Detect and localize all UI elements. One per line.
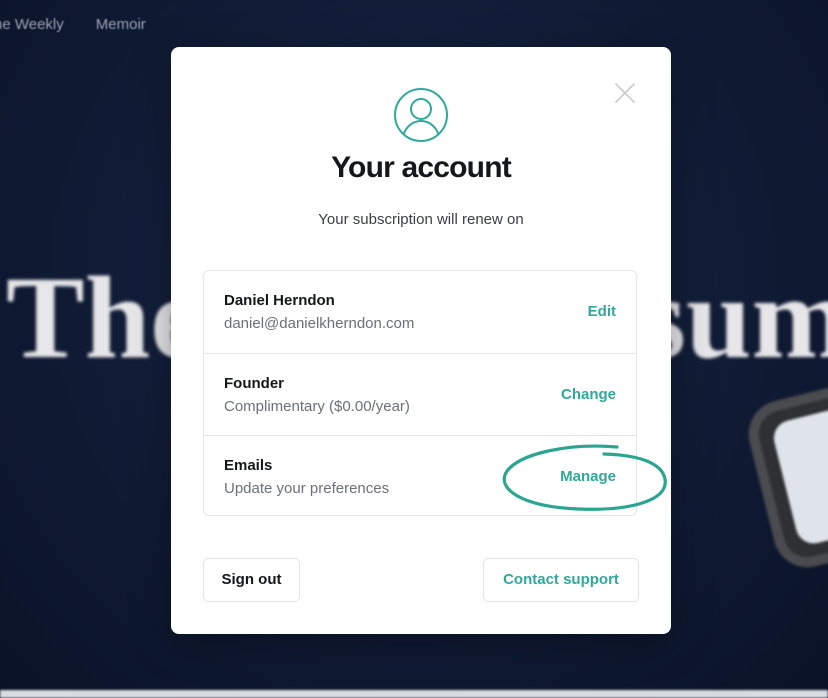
manage-emails-link[interactable]: Manage	[560, 468, 616, 485]
subscription-renewal-text: Your subscription will renew on	[318, 211, 524, 228]
edit-profile-link[interactable]: Edit	[588, 303, 616, 320]
background-watch-image	[741, 375, 828, 575]
account-details-card: Daniel Herndon daniel@danielkherndon.com…	[203, 270, 637, 516]
plan-name: Founder	[224, 375, 284, 392]
plan-price: Complimentary ($0.00/year)	[224, 398, 410, 415]
sign-out-button[interactable]: Sign out	[203, 558, 300, 602]
background-nav: he Weekly Memoir	[0, 16, 146, 33]
profile-name: Daniel Herndon	[224, 292, 335, 309]
background-nav-item: Memoir	[95, 16, 146, 33]
emails-description: Update your preferences	[224, 480, 390, 497]
background-nav-item: he Weekly	[0, 16, 64, 33]
page-title: Your account	[331, 151, 512, 184]
background-bottom-strip	[0, 690, 828, 698]
account-row-plan: Founder Complimentary ($0.00/year) Chang…	[204, 353, 636, 435]
account-row-profile: Daniel Herndon daniel@danielkherndon.com…	[204, 271, 636, 353]
close-icon[interactable]	[613, 81, 637, 105]
emails-label: Emails	[224, 457, 273, 474]
change-plan-link[interactable]: Change	[561, 386, 616, 403]
account-modal: Your account Your subscription will rene…	[171, 47, 671, 634]
user-circle-icon	[393, 87, 449, 143]
contact-support-button[interactable]: Contact support	[483, 558, 639, 602]
account-row-emails: Emails Update your preferences Manage	[204, 435, 636, 517]
profile-email: daniel@danielkherndon.com	[224, 315, 415, 332]
